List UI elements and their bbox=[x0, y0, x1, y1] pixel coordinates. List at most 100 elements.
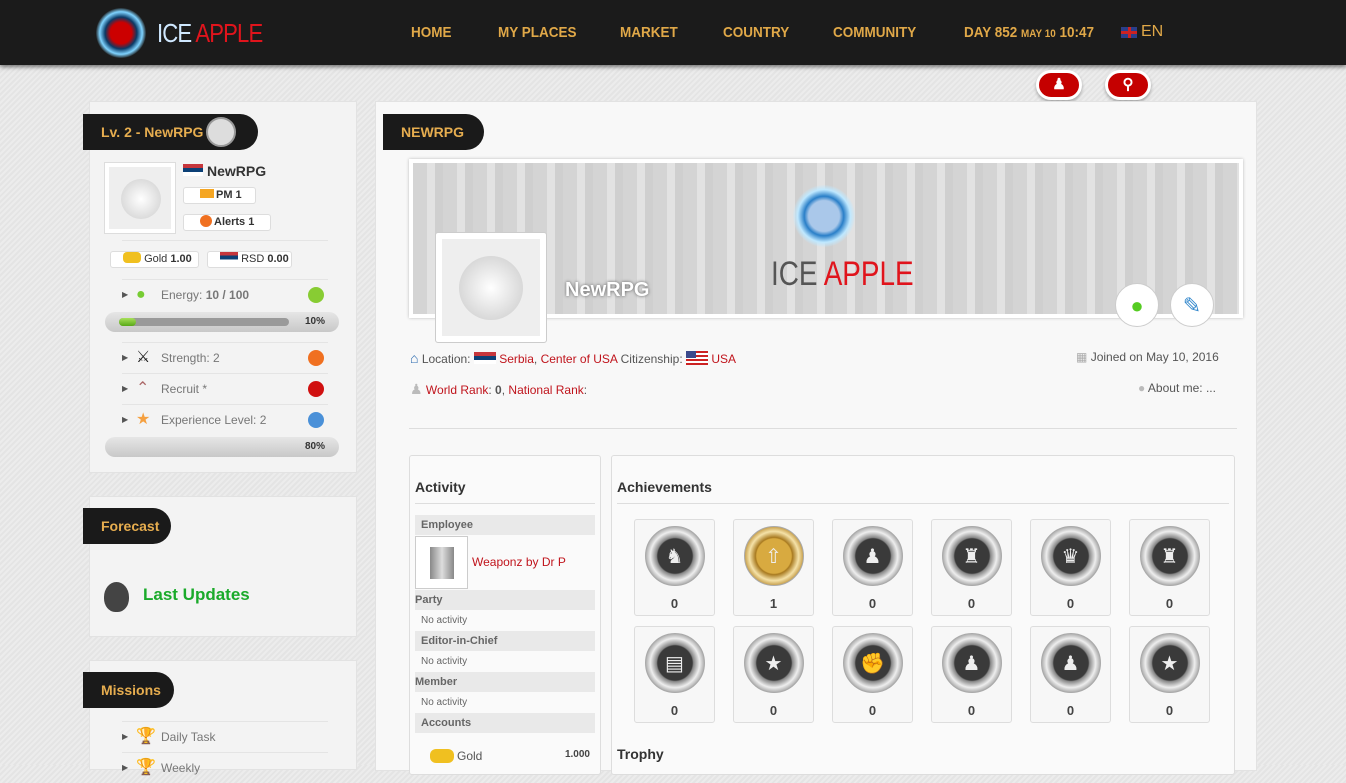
user-icon: ♟ bbox=[1052, 76, 1066, 93]
sidebar-level-title: Lv. 2 - NewRPG bbox=[83, 114, 258, 150]
employer-row[interactable]: Weaponz by Dr P bbox=[415, 535, 595, 590]
missions-title: Missions bbox=[83, 672, 174, 708]
citizen-medal-icon: ♟ bbox=[1040, 633, 1101, 693]
energy-row[interactable]: ▶ ● Energy: 10 / 100 bbox=[122, 279, 328, 309]
player-name[interactable]: NewRPG bbox=[207, 163, 266, 179]
nav-market[interactable]: MARKET bbox=[620, 24, 678, 41]
energy-boost-icon[interactable] bbox=[308, 287, 324, 303]
achievement-count: 0 bbox=[967, 596, 976, 611]
rank-person-icon: ♟ bbox=[410, 381, 423, 397]
energy-bar: 10% bbox=[105, 312, 339, 332]
achievement-count: 0 bbox=[868, 596, 877, 611]
alert-icon bbox=[200, 215, 212, 227]
mission-daily-task[interactable]: ▶ 🏆 Daily Task bbox=[122, 721, 328, 751]
crowd-medal-icon: ♟ bbox=[941, 633, 1002, 693]
tank-medal-icon: ♞ bbox=[644, 526, 705, 586]
envelope-icon bbox=[200, 189, 214, 198]
party-status: No activity bbox=[421, 615, 468, 626]
mission-weekly[interactable]: ▶ 🏆 Weekly bbox=[122, 752, 328, 782]
achievements-box: Achievements ♞ 0 ⇧ 1 ♟ 0 ♜ 0 ♛ 0 ♜ 0 ▤ 0 ★ 0 ✊ 0 ♟ 0 ♟ 0 ★ 0 Tr… bbox=[611, 455, 1235, 775]
nav-my-places[interactable]: MY PLACES bbox=[498, 24, 577, 41]
home-icon: ⌂ bbox=[410, 350, 419, 366]
apple-energy-icon: ● bbox=[136, 286, 146, 303]
profile-avatar[interactable] bbox=[435, 232, 547, 343]
serbia-flag-icon bbox=[220, 252, 238, 263]
joined-date: ▦ Joined on May 10, 2016 bbox=[1076, 350, 1219, 364]
achievements-title: Achievements bbox=[617, 479, 712, 495]
achievement-count: 0 bbox=[670, 596, 679, 611]
profile-button[interactable]: ♟ bbox=[1036, 70, 1082, 100]
newspaper-medal-icon: ▤ bbox=[644, 633, 705, 693]
pm-button[interactable]: PM 1 bbox=[183, 187, 256, 204]
achievement-tank[interactable]: ♞ 0 bbox=[634, 519, 715, 616]
page-title: NEWRPG bbox=[383, 114, 484, 150]
alerts-button[interactable]: Alerts 1 bbox=[183, 214, 271, 231]
experience-bar: 80% bbox=[105, 437, 339, 457]
company-link[interactable]: Weaponz by Dr P bbox=[472, 555, 566, 569]
strength-row[interactable]: ▶ ⚔ Strength: 2 bbox=[122, 342, 328, 372]
party-header: Party bbox=[415, 590, 595, 610]
experience-icon[interactable] bbox=[308, 412, 324, 428]
gold-balance[interactable]: Gold 1.00 bbox=[110, 251, 199, 268]
activity-title: Activity bbox=[415, 479, 466, 495]
rank-row[interactable]: ▶ ⌃ Recruit * bbox=[122, 373, 328, 403]
location-line: ⌂ Location: Serbia, Center of USA Citize… bbox=[410, 350, 737, 366]
usa-flag-icon bbox=[686, 351, 708, 365]
add-friend-button[interactable]: ● bbox=[1115, 283, 1159, 327]
nav-home[interactable]: HOME bbox=[411, 24, 452, 41]
editor-status: No activity bbox=[421, 656, 468, 667]
location-region-link[interactable]: Center of USA bbox=[541, 352, 618, 366]
star-icon: ★ bbox=[136, 411, 151, 428]
achievement-president[interactable]: ♜ 0 bbox=[1129, 519, 1210, 616]
activity-box: Activity Employee Weaponz by Dr P Party … bbox=[409, 455, 601, 775]
last-updates-link[interactable]: Last Updates bbox=[143, 585, 250, 605]
avatar[interactable] bbox=[104, 162, 176, 234]
edit-user-icon: ✎ bbox=[1182, 293, 1202, 318]
achievement-capitol[interactable]: ♛ 0 bbox=[1030, 519, 1111, 616]
serbia-flag-icon bbox=[183, 164, 203, 176]
divider bbox=[409, 428, 1237, 429]
achievement-count: 0 bbox=[868, 703, 877, 718]
forecast-title: Forecast bbox=[83, 508, 171, 544]
uk-flag-icon[interactable] bbox=[1121, 27, 1137, 38]
edit-profile-button[interactable]: ✎ bbox=[1170, 283, 1214, 327]
congress-medal-icon: ♜ bbox=[941, 526, 1002, 586]
achievement-athlete[interactable]: ★ 0 bbox=[733, 626, 814, 723]
national-rank-link[interactable]: National Rank bbox=[508, 383, 583, 397]
speech-bubble-icon: ● bbox=[1138, 381, 1146, 395]
dancer-medal-icon: ★ bbox=[1139, 633, 1200, 693]
train-icon[interactable] bbox=[308, 350, 324, 366]
language-selector[interactable]: EN bbox=[1141, 23, 1163, 41]
company-icon bbox=[415, 536, 468, 589]
achievement-citizen[interactable]: ♟ 0 bbox=[1030, 626, 1111, 723]
achievement-newspaper[interactable]: ▤ 0 bbox=[634, 626, 715, 723]
nav-country[interactable]: COUNTRY bbox=[723, 24, 789, 41]
editor-header: Editor-in-Chief bbox=[415, 631, 595, 651]
gold-icon bbox=[123, 252, 141, 263]
about-me[interactable]: ● About me: ... bbox=[1138, 381, 1216, 395]
athlete-medal-icon: ★ bbox=[743, 633, 804, 693]
rocket-icon[interactable] bbox=[308, 381, 324, 397]
search-button[interactable]: ⚲ bbox=[1105, 70, 1151, 100]
citizenship-link[interactable]: USA bbox=[711, 352, 736, 366]
divider bbox=[122, 240, 328, 241]
experience-row[interactable]: ▶ ★ Experience Level: 2 bbox=[122, 404, 328, 434]
world-rank-link[interactable]: World Rank bbox=[426, 383, 488, 397]
achievement-count: 0 bbox=[1066, 596, 1075, 611]
achievement-fist[interactable]: ✊ 0 bbox=[832, 626, 913, 723]
achievement-count: 0 bbox=[967, 703, 976, 718]
logo-text[interactable]: ICE APPLE bbox=[157, 18, 263, 49]
achievement-dancer[interactable]: ★ 0 bbox=[1129, 626, 1210, 723]
achievement-soldier[interactable]: ♟ 0 bbox=[832, 519, 913, 616]
nav-community[interactable]: COMMUNITY bbox=[833, 24, 916, 41]
top-header: ICE APPLE HOME MY PLACES MARKET COUNTRY … bbox=[0, 0, 1346, 65]
achievement-promotion[interactable]: ⇧ 1 bbox=[733, 519, 814, 616]
achievement-crowd[interactable]: ♟ 0 bbox=[931, 626, 1012, 723]
accounts-header: Accounts bbox=[415, 713, 595, 733]
ice-apple-logo-icon[interactable] bbox=[96, 8, 146, 58]
gold-icon bbox=[430, 749, 454, 763]
location-country-link[interactable]: Serbia bbox=[499, 352, 534, 366]
edit-avatar-icon[interactable] bbox=[206, 117, 236, 147]
rsd-balance[interactable]: RSD 0.00 bbox=[207, 251, 292, 268]
achievement-congress[interactable]: ♜ 0 bbox=[931, 519, 1012, 616]
